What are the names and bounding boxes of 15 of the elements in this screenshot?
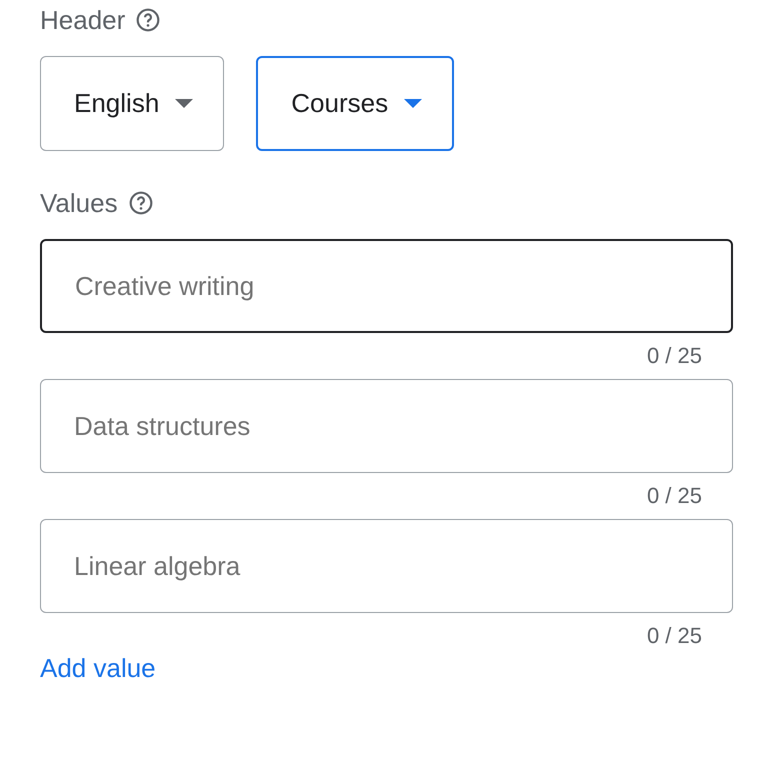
value-field[interactable]: Creative writing xyxy=(40,239,733,333)
value-field[interactable]: Data structures xyxy=(40,379,733,473)
category-dropdown[interactable]: Courses xyxy=(256,56,454,151)
caret-icon xyxy=(175,99,194,108)
add-value-link[interactable]: Add value xyxy=(40,653,156,684)
section-label: Header xyxy=(40,4,126,36)
caret-icon xyxy=(404,99,422,108)
character-counter: 0 / 25 xyxy=(646,342,702,370)
help-icon[interactable] xyxy=(135,7,162,33)
character-counter: 0 / 25 xyxy=(646,622,702,650)
section-label: Values xyxy=(40,188,118,218)
value-field[interactable]: Linear algebra xyxy=(40,519,733,613)
help-icon[interactable] xyxy=(128,190,154,216)
language-dropdown[interactable]: English xyxy=(40,56,224,151)
character-counter: 0 / 25 xyxy=(646,482,702,510)
